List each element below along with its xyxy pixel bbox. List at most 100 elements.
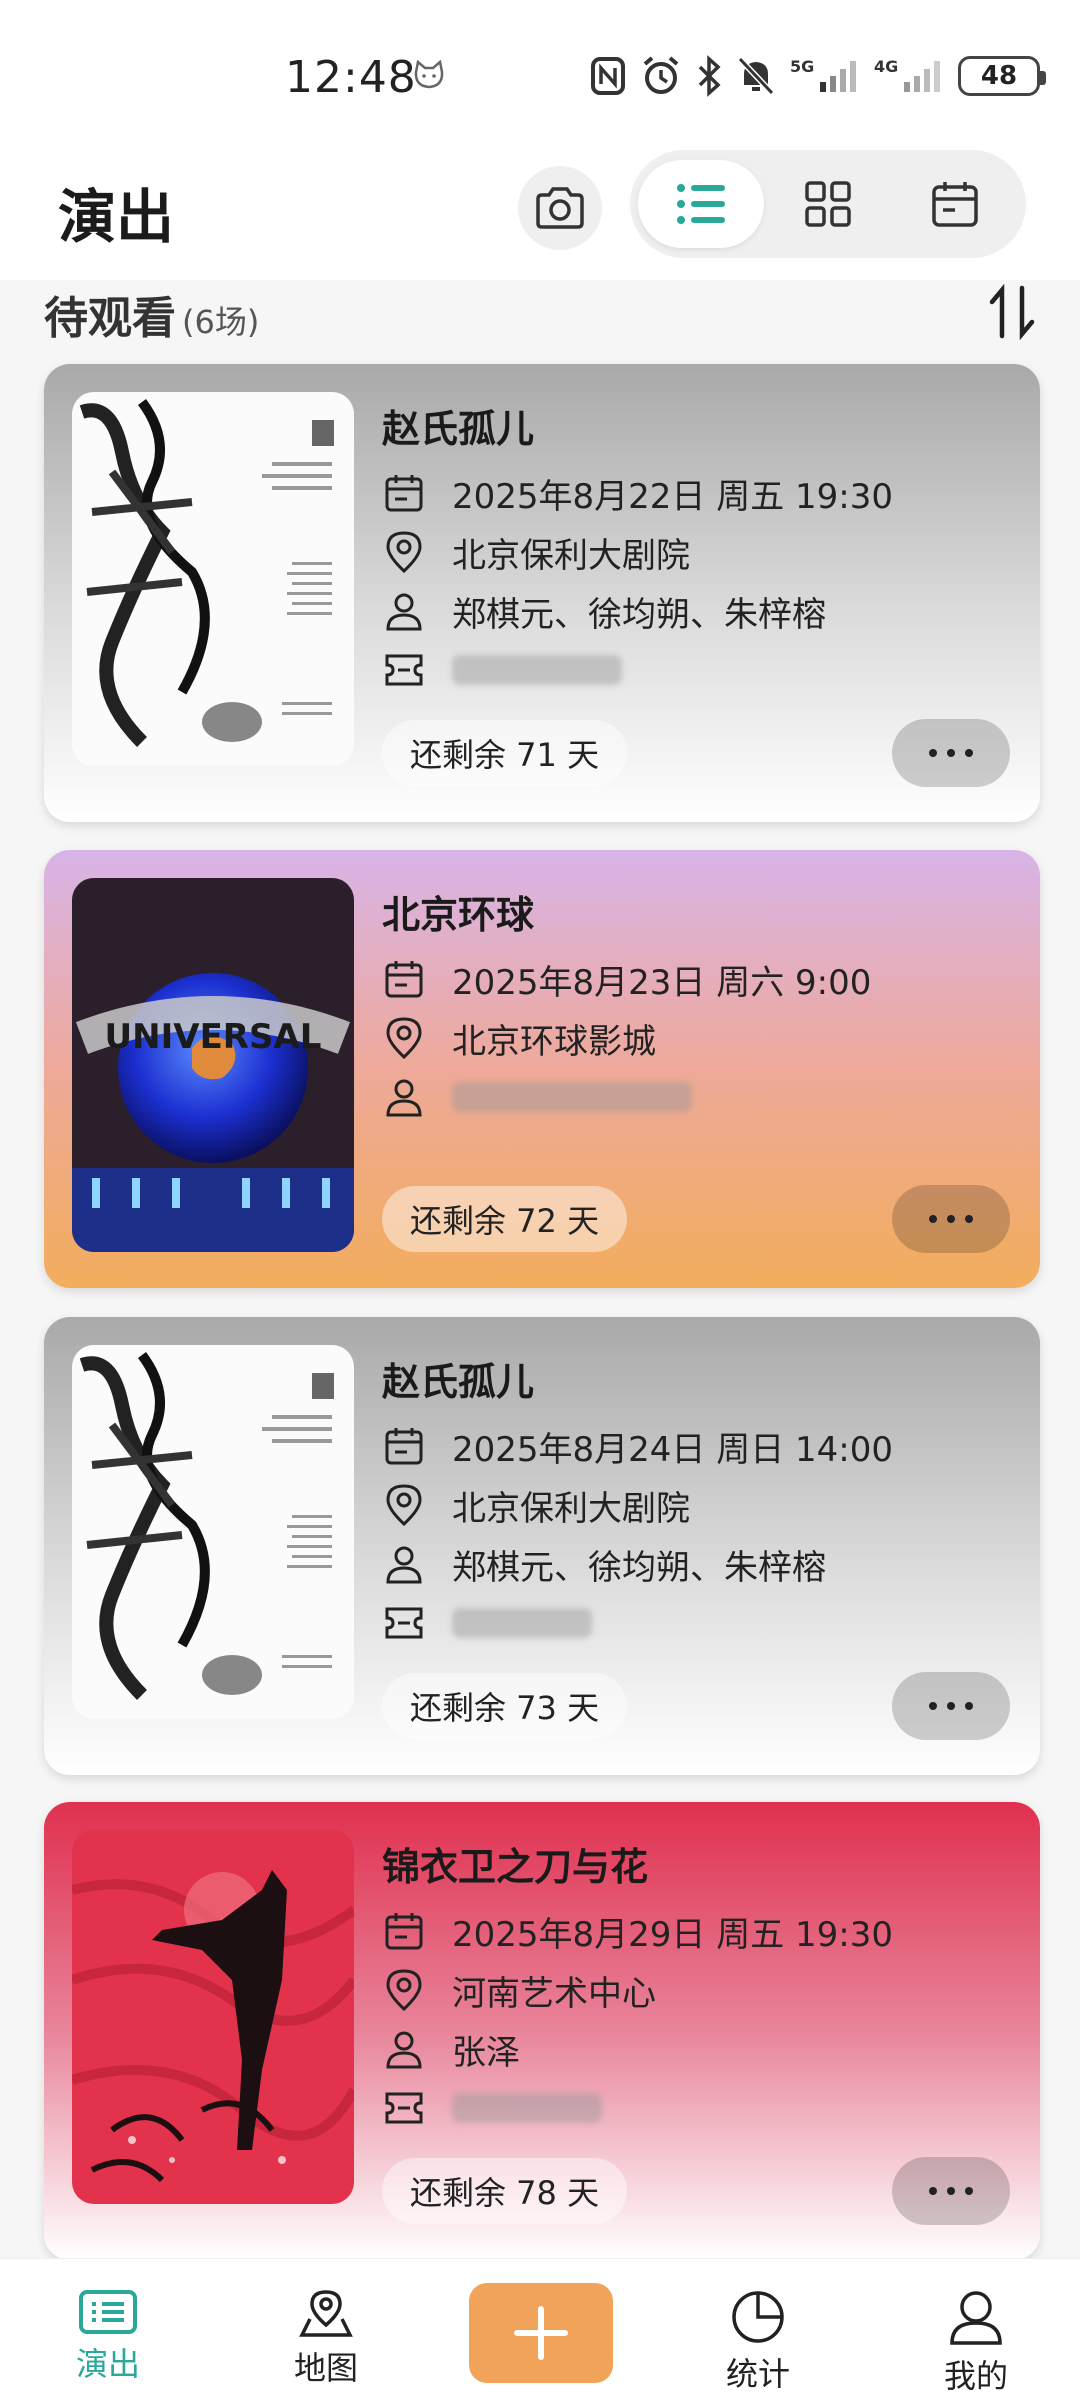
section-title-text: 待观看 bbox=[44, 293, 176, 344]
more-options-button[interactable] bbox=[892, 1672, 1010, 1740]
app-header: 演出 bbox=[0, 150, 1080, 280]
show-venue: 北京环球影城 bbox=[452, 1021, 656, 1062]
location-pin-icon bbox=[382, 1016, 426, 1060]
cat-notification-icon bbox=[414, 60, 444, 89]
page-title: 演出 bbox=[58, 183, 175, 251]
list-view-button[interactable] bbox=[638, 160, 764, 248]
jinyiwei-poster-image bbox=[72, 1830, 354, 2204]
nav-label: 统计 bbox=[725, 2355, 790, 2393]
more-dot-icon bbox=[929, 749, 937, 757]
list-icon bbox=[677, 184, 725, 224]
map-pin-icon bbox=[299, 2290, 353, 2337]
redacted-seat bbox=[452, 655, 622, 685]
more-dot-icon bbox=[947, 2187, 955, 2195]
days-remaining-badge: 还剩余 73 天 bbox=[382, 1673, 628, 1739]
zhao-poster-image bbox=[72, 392, 354, 766]
ticket-row bbox=[382, 645, 622, 695]
date-row: 2025年8月29日 周五 19:30 bbox=[382, 1906, 893, 1956]
status-bar: 12:48 5G 4G 48 bbox=[0, 0, 1080, 150]
more-dot-icon bbox=[929, 1215, 937, 1223]
show-card[interactable]: UNIVERSAL 北京环球 2025年8月23日 周六 9:00 北京环球影城… bbox=[44, 850, 1040, 1288]
show-cast: 张泽 bbox=[452, 2032, 520, 2073]
venue-row: 北京保利大剧院 bbox=[382, 1480, 690, 1530]
more-dot-icon bbox=[965, 1702, 973, 1710]
calendar-icon bbox=[382, 471, 426, 515]
nav-map[interactable]: 地图 bbox=[256, 2289, 396, 2389]
section-count: (6场) bbox=[182, 303, 260, 341]
grid-icon bbox=[805, 181, 851, 227]
person-icon bbox=[382, 2027, 426, 2071]
show-datetime: 2025年8月29日 周五 19:30 bbox=[452, 1914, 894, 1955]
show-card[interactable]: 锦衣卫之刀与花 2025年8月29日 周五 19:30 河南艺术中心 张泽 还剩… bbox=[44, 1802, 1040, 2260]
bluetooth-icon bbox=[698, 55, 721, 97]
camera-button[interactable] bbox=[518, 166, 602, 250]
show-datetime: 2025年8月24日 周日 14:00 bbox=[452, 1429, 894, 1470]
location-pin-icon bbox=[382, 1483, 426, 1527]
redacted-seat bbox=[452, 1608, 592, 1638]
more-options-button[interactable] bbox=[892, 1185, 1010, 1253]
grid-view-button[interactable] bbox=[765, 160, 891, 248]
ticket-icon bbox=[382, 1601, 426, 1645]
cast-row bbox=[382, 1072, 692, 1122]
signal-5g-icon: 5G bbox=[790, 57, 856, 92]
person-icon bbox=[382, 589, 426, 633]
location-pin-icon bbox=[382, 530, 426, 574]
zhao-poster-image bbox=[72, 1345, 354, 1719]
calendar-icon bbox=[932, 182, 978, 227]
redacted-cast bbox=[452, 1082, 692, 1112]
section-title: 待观看 (6场) bbox=[44, 282, 259, 346]
camera-icon bbox=[536, 187, 584, 229]
list-icon bbox=[79, 2290, 137, 2334]
days-remaining-badge: 还剩余 71 天 bbox=[382, 720, 628, 786]
more-dot-icon bbox=[965, 1215, 973, 1223]
calendar-icon bbox=[382, 1424, 426, 1468]
show-title: 北京环球 bbox=[382, 893, 535, 937]
alarm-icon bbox=[643, 56, 679, 94]
more-options-button[interactable] bbox=[892, 719, 1010, 787]
calendar-view-button[interactable] bbox=[892, 160, 1018, 248]
more-dot-icon bbox=[965, 749, 973, 757]
more-dot-icon bbox=[965, 2187, 973, 2195]
show-venue: 北京保利大剧院 bbox=[452, 1488, 690, 1529]
venue-row: 北京保利大剧院 bbox=[382, 527, 690, 577]
calendar-icon bbox=[382, 1909, 426, 1953]
venue-row: 河南艺术中心 bbox=[382, 1965, 656, 2015]
nav-label: 地图 bbox=[293, 2349, 358, 2387]
battery-indicator: 48 bbox=[958, 56, 1046, 96]
universal-logo-text: UNIVERSAL bbox=[105, 1017, 322, 1057]
nfc-icon bbox=[591, 57, 625, 95]
more-dot-icon bbox=[947, 749, 955, 757]
cast-row: 张泽 bbox=[382, 2024, 520, 2074]
sort-icon[interactable] bbox=[988, 284, 1036, 340]
ticket-row bbox=[382, 2083, 602, 2133]
calendar-icon bbox=[382, 957, 426, 1001]
show-datetime: 2025年8月23日 周六 9:00 bbox=[452, 962, 872, 1003]
venue-row: 北京环球影城 bbox=[382, 1013, 656, 1063]
nav-profile[interactable]: 我的 bbox=[906, 2289, 1046, 2397]
show-card[interactable]: 赵氏孤儿 2025年8月22日 周五 19:30 北京保利大剧院 郑棋元、徐均朔… bbox=[44, 364, 1040, 822]
nav-shows[interactable]: 演出 bbox=[38, 2289, 178, 2385]
show-card[interactable]: 赵氏孤儿 2025年8月24日 周日 14:00 北京保利大剧院 郑棋元、徐均朔… bbox=[44, 1317, 1040, 1775]
show-venue: 北京保利大剧院 bbox=[452, 535, 690, 576]
view-mode-toggle bbox=[630, 150, 1026, 258]
nav-label: 演出 bbox=[75, 2345, 140, 2383]
show-title: 锦衣卫之刀与花 bbox=[382, 1845, 649, 1889]
more-options-button[interactable] bbox=[892, 2157, 1010, 2225]
add-show-button[interactable] bbox=[469, 2283, 613, 2383]
date-row: 2025年8月24日 周日 14:00 bbox=[382, 1421, 893, 1471]
bottom-navigation: 演出 地图 统计 我的 bbox=[0, 2258, 1080, 2400]
network-label-1: 5G bbox=[790, 57, 814, 76]
more-dot-icon bbox=[929, 1702, 937, 1710]
redacted-seat bbox=[452, 2093, 602, 2123]
person-icon bbox=[382, 1075, 426, 1119]
more-dot-icon bbox=[947, 1702, 955, 1710]
show-title: 赵氏孤儿 bbox=[382, 1360, 535, 1404]
more-dot-icon bbox=[947, 1215, 955, 1223]
show-cast: 郑棋元、徐均朔、朱梓榕 bbox=[452, 594, 826, 635]
signal-4g-icon: 4G bbox=[874, 57, 940, 92]
universal-poster-image: UNIVERSAL bbox=[72, 878, 354, 1252]
date-row: 2025年8月22日 周五 19:30 bbox=[382, 468, 893, 518]
location-pin-icon bbox=[382, 1968, 426, 2012]
ticket-icon bbox=[382, 648, 426, 692]
nav-statistics[interactable]: 统计 bbox=[688, 2289, 828, 2395]
